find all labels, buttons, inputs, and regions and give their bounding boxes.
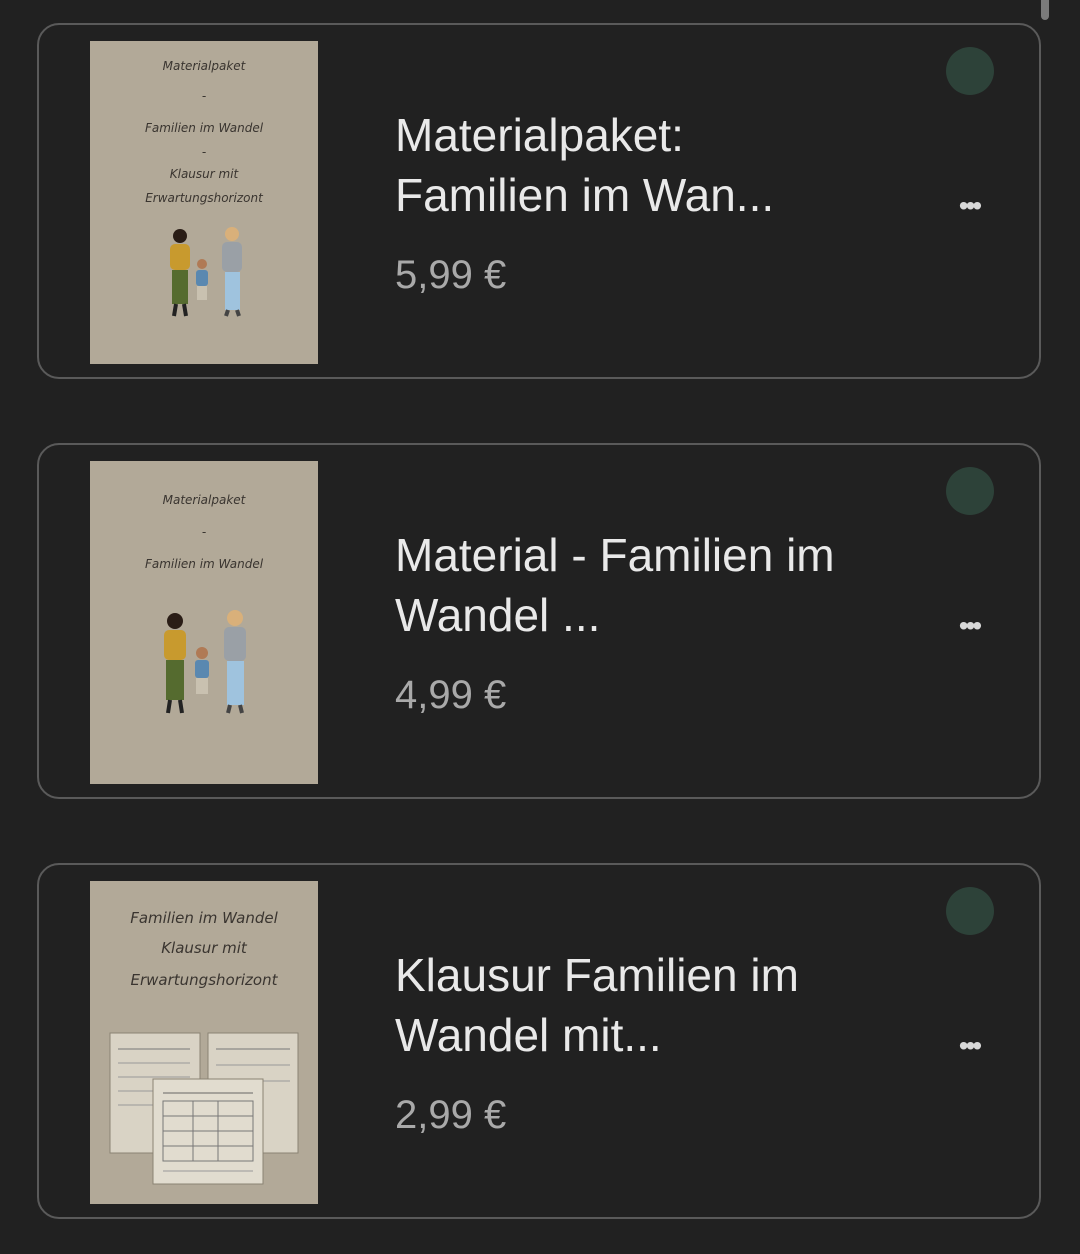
- product-card[interactable]: Materialpaket - Familien im Wandel - Kla…: [37, 23, 1041, 379]
- cover-text: Klausur mit: [161, 939, 247, 957]
- cover-text: -: [201, 89, 207, 103]
- product-title-line: Klausur Familien im: [395, 949, 799, 1001]
- product-cover-image[interactable]: Familien im Wandel Klausur mit Erwartung…: [90, 881, 318, 1204]
- more-options-button[interactable]: •••: [939, 186, 999, 226]
- cover-text: -: [201, 525, 207, 539]
- cover-text: Materialpaket: [162, 493, 246, 507]
- worksheet-illustration: [109, 1032, 299, 1185]
- cover-text: Erwartungshorizont: [145, 191, 263, 205]
- product-title[interactable]: Material - Familien im Wandel ...: [395, 525, 935, 645]
- more-horizontal-icon: •••: [958, 610, 982, 641]
- more-horizontal-icon: •••: [958, 1030, 982, 1061]
- product-cover-image[interactable]: Materialpaket - Familien im Wandel - Kla…: [90, 41, 318, 364]
- scrollbar-thumb[interactable]: [1041, 0, 1049, 20]
- product-title[interactable]: Klausur Familien im Wandel mit...: [395, 945, 935, 1065]
- cover-text: Materialpaket: [162, 59, 246, 73]
- product-cover-image[interactable]: Materialpaket - Familien im Wandel: [90, 461, 318, 784]
- status-indicator: [946, 467, 994, 515]
- cover-text: -: [201, 145, 207, 159]
- cover-text: Familien im Wandel: [144, 557, 264, 571]
- status-indicator: [946, 887, 994, 935]
- product-price: 4,99 €: [395, 673, 507, 717]
- more-horizontal-icon: •••: [958, 190, 982, 221]
- status-indicator: [946, 47, 994, 95]
- product-title[interactable]: Materialpaket: Familien im Wan...: [395, 105, 935, 225]
- more-options-button[interactable]: •••: [939, 1026, 999, 1066]
- cover-text: Familien im Wandel: [144, 121, 264, 135]
- product-title-line: Wandel mit...: [395, 1009, 662, 1061]
- cover-text: Erwartungshorizont: [130, 971, 278, 989]
- family-illustration: [164, 610, 246, 714]
- product-card[interactable]: Familien im Wandel Klausur mit Erwartung…: [37, 863, 1041, 1219]
- product-price: 2,99 €: [395, 1093, 507, 1137]
- product-title-line: Material - Familien im: [395, 529, 835, 581]
- cover-text: Familien im Wandel: [130, 909, 278, 927]
- product-price: 5,99 €: [395, 253, 507, 297]
- family-illustration: [170, 227, 242, 317]
- product-title-line: Familien im Wan...: [395, 169, 775, 221]
- more-options-button[interactable]: •••: [939, 606, 999, 646]
- product-card[interactable]: Materialpaket - Familien im Wandel Mater…: [37, 443, 1041, 799]
- cover-text: Klausur mit: [169, 167, 239, 181]
- product-title-line: Wandel ...: [395, 589, 601, 641]
- product-title-line: Materialpaket:: [395, 109, 684, 161]
